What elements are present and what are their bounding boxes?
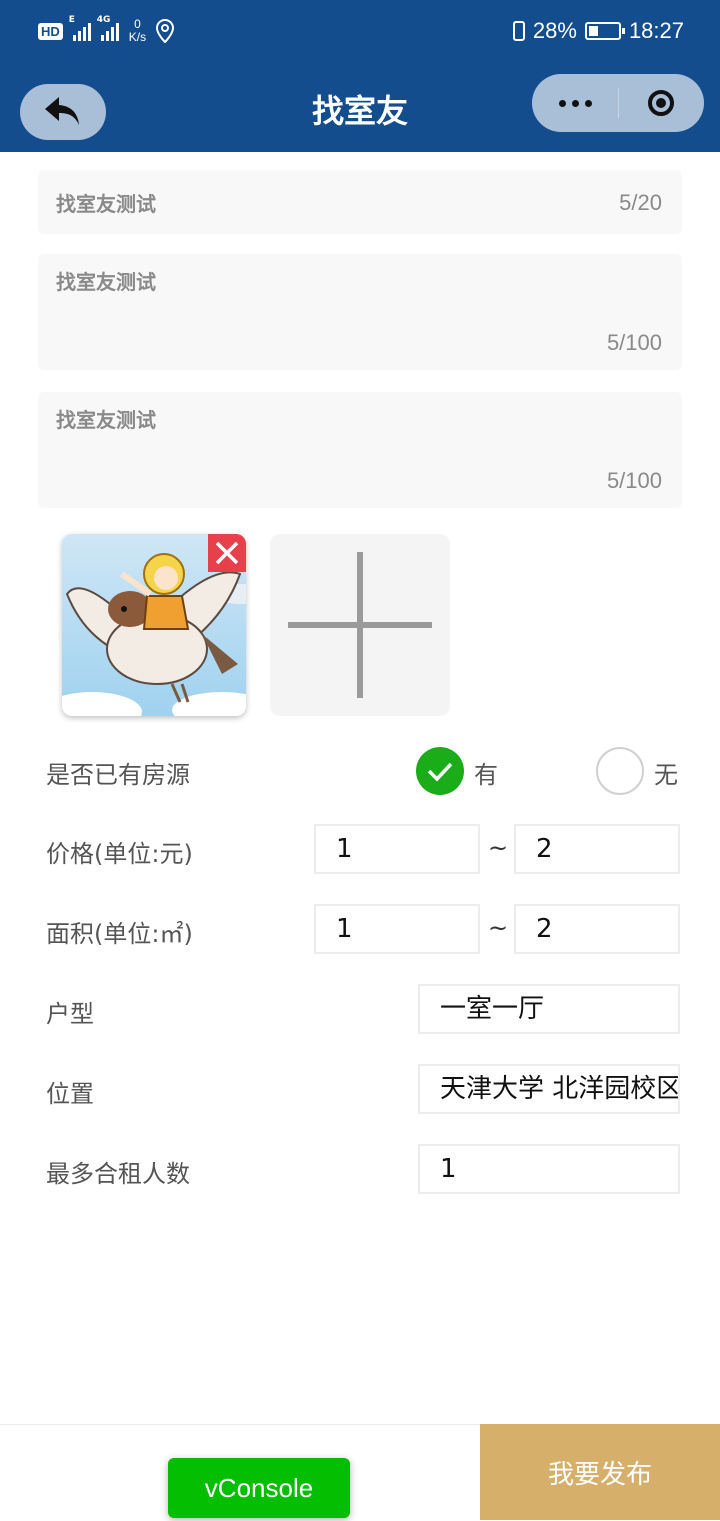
radio-no-label[interactable]: 无 bbox=[654, 755, 678, 790]
price-min-input[interactable]: 1 bbox=[314, 824, 480, 874]
menu-capsule bbox=[532, 74, 704, 132]
network-speed: 0 K/s bbox=[129, 18, 146, 44]
area-separator: ~ bbox=[488, 914, 509, 942]
radio-yes[interactable] bbox=[416, 747, 464, 795]
location-input[interactable]: 天津大学 北洋园校区 bbox=[418, 1064, 680, 1114]
max-people-input[interactable]: 1 bbox=[418, 1144, 680, 1194]
target-icon bbox=[648, 90, 674, 116]
radio-yes-label[interactable]: 有 bbox=[474, 755, 498, 790]
vconsole-button[interactable]: vConsole bbox=[168, 1458, 350, 1518]
location-icon bbox=[156, 19, 175, 43]
more-dot-icon bbox=[558, 99, 566, 107]
nav-bar: 找室友 bbox=[0, 62, 720, 152]
area-label: 面积(单位:㎡) bbox=[46, 920, 193, 948]
title-value: 找室友测试 bbox=[56, 192, 156, 216]
radio-no[interactable] bbox=[596, 747, 644, 795]
description-counter: 5/100 bbox=[606, 330, 662, 355]
price-max-input[interactable]: 2 bbox=[514, 824, 680, 874]
more-button[interactable] bbox=[532, 74, 618, 132]
network-4g-label: 4G bbox=[96, 15, 111, 25]
title-counter: 5/20 bbox=[619, 190, 662, 215]
close-icon bbox=[215, 541, 239, 565]
plus-icon-vertical bbox=[357, 552, 363, 698]
more-dot-icon bbox=[571, 99, 579, 107]
delete-image-button[interactable] bbox=[208, 534, 246, 572]
status-left: HD E 4G 0 K/s bbox=[38, 12, 175, 50]
battery-percent: 28% bbox=[532, 18, 577, 43]
signal-4g-icon: 4G bbox=[97, 15, 119, 41]
description-textarea[interactable]: 找室友测试 5/100 bbox=[38, 254, 682, 370]
description-value: 找室友测试 bbox=[56, 270, 156, 294]
layout-label: 户型 bbox=[46, 1000, 94, 1028]
layout-input[interactable]: 一室一厅 bbox=[418, 984, 680, 1034]
status-right: 28% 18:27 bbox=[512, 12, 684, 50]
close-miniprogram-button[interactable] bbox=[618, 74, 704, 132]
max-people-label: 最多合租人数 bbox=[46, 1160, 190, 1188]
location-label: 位置 bbox=[46, 1080, 94, 1108]
battery-icon bbox=[584, 22, 625, 40]
vibrate-icon bbox=[512, 21, 525, 41]
requirement-value: 找室友测试 bbox=[56, 408, 156, 432]
price-separator: ~ bbox=[488, 834, 509, 862]
hd-badge: HD bbox=[38, 22, 63, 40]
title-input[interactable]: 找室友测试 5/20 bbox=[38, 170, 682, 234]
status-bar: HD E 4G 0 K/s 28% 18:27 bbox=[0, 0, 720, 62]
has-house-label: 是否已有房源 bbox=[46, 761, 190, 789]
speed-unit: K/s bbox=[128, 30, 147, 44]
requirement-textarea[interactable]: 找室友测试 5/100 bbox=[38, 392, 682, 508]
uploaded-image[interactable] bbox=[62, 534, 246, 716]
area-max-input[interactable]: 2 bbox=[514, 904, 680, 954]
publish-button[interactable]: 我要发布 bbox=[480, 1424, 720, 1520]
network-type-label: E bbox=[68, 15, 75, 25]
check-icon bbox=[427, 762, 453, 782]
add-image-button[interactable] bbox=[270, 534, 450, 716]
signal-icon: E bbox=[69, 15, 91, 41]
requirement-counter: 5/100 bbox=[606, 468, 662, 493]
price-label: 价格(单位:元) bbox=[46, 840, 193, 868]
more-dot-icon bbox=[584, 99, 592, 107]
clock: 18:27 bbox=[628, 18, 684, 43]
area-min-input[interactable]: 1 bbox=[314, 904, 480, 954]
